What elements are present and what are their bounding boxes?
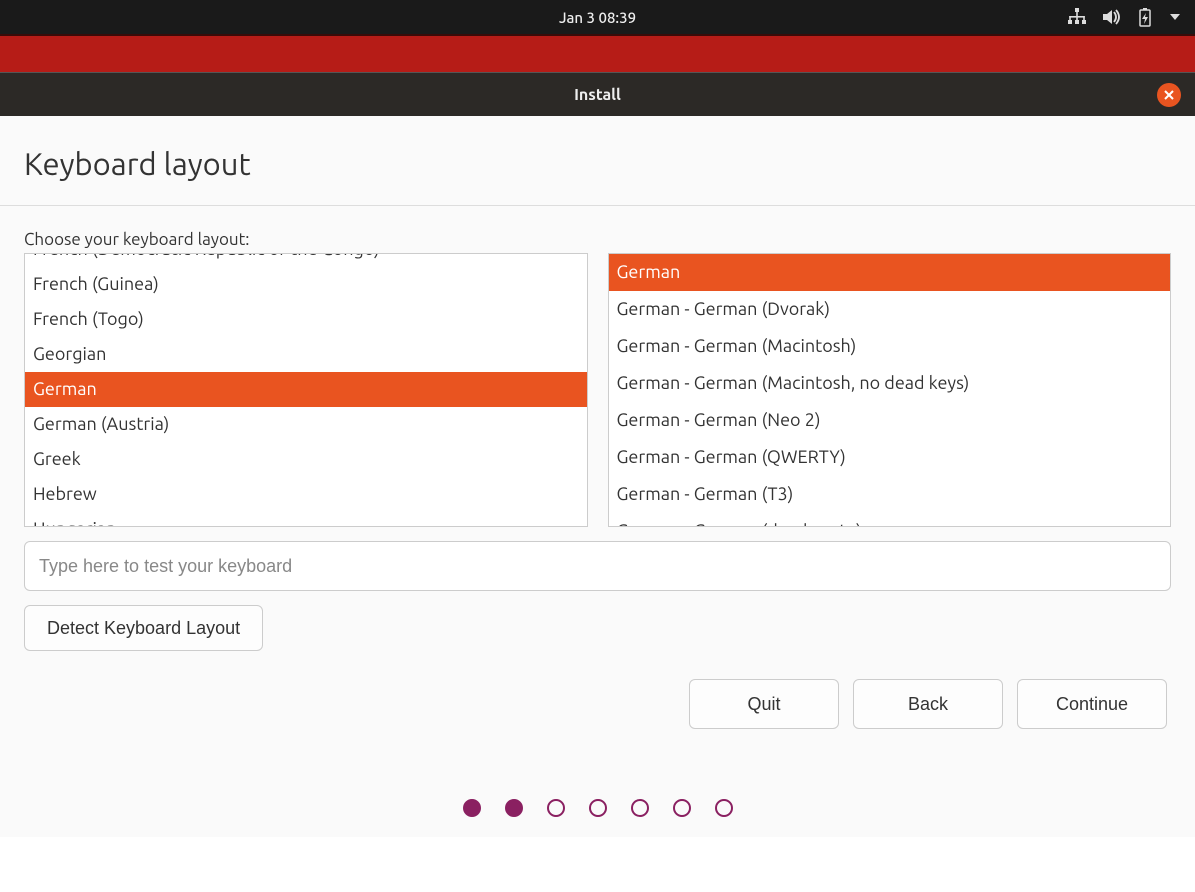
stepper-dot — [505, 799, 523, 817]
list-item[interactable]: German - German (Neo 2) — [609, 402, 1171, 439]
stepper-dot — [589, 799, 607, 817]
volume-icon[interactable] — [1103, 9, 1121, 25]
page-title: Keyboard layout — [24, 146, 1171, 181]
network-icon[interactable] — [1067, 8, 1087, 26]
wizard-nav: Quit Back Continue — [24, 679, 1171, 729]
list-item[interactable]: French (Togo) — [25, 302, 587, 337]
list-item[interactable]: German - German (Macintosh, no dead keys… — [609, 365, 1171, 402]
window-title: Install — [574, 86, 621, 104]
list-item[interactable]: German — [609, 254, 1171, 291]
stepper-dot — [547, 799, 565, 817]
list-item[interactable]: German - German (dead acute) — [609, 513, 1171, 527]
list-item[interactable]: Hebrew — [25, 477, 587, 512]
instruction-label: Choose your keyboard layout: — [24, 230, 1171, 249]
close-button[interactable] — [1157, 83, 1181, 107]
chevron-down-icon[interactable] — [1169, 11, 1181, 23]
quit-button[interactable]: Quit — [689, 679, 839, 729]
list-item[interactable]: German - German (QWERTY) — [609, 439, 1171, 476]
keyboard-test-input[interactable] — [24, 541, 1171, 591]
list-item[interactable]: German — [25, 372, 587, 407]
stepper-dot — [463, 799, 481, 817]
stepper-dot — [673, 799, 691, 817]
layout-language-list[interactable]: French (Democratic Republic of the Congo… — [24, 253, 588, 527]
page-header: Keyboard layout — [0, 116, 1195, 205]
layout-variant-list[interactable]: GermanGerman - German (Dvorak)German - G… — [608, 253, 1172, 527]
battery-icon[interactable] — [1137, 7, 1153, 27]
list-item[interactable]: German (Austria) — [25, 407, 587, 442]
list-item[interactable]: French (Guinea) — [25, 267, 587, 302]
stepper-dot — [715, 799, 733, 817]
top-menubar: Jan 3 08:39 — [0, 0, 1195, 34]
list-item[interactable]: German - German (Macintosh) — [609, 328, 1171, 365]
continue-button[interactable]: Continue — [1017, 679, 1167, 729]
installer-content: Keyboard layout Choose your keyboard lay… — [0, 116, 1195, 837]
stepper-dot — [631, 799, 649, 817]
window-titlebar: Install — [0, 72, 1195, 116]
progress-stepper — [24, 799, 1171, 837]
list-item[interactable]: Greek — [25, 442, 587, 477]
close-icon — [1163, 89, 1175, 101]
back-button[interactable]: Back — [853, 679, 1003, 729]
detect-layout-button[interactable]: Detect Keyboard Layout — [24, 605, 263, 651]
list-item[interactable]: German - German (T3) — [609, 476, 1171, 513]
list-item[interactable]: Hungarian — [25, 512, 587, 527]
list-item[interactable]: German - German (Dvorak) — [609, 291, 1171, 328]
system-tray — [1067, 0, 1181, 34]
accent-strip — [0, 34, 1195, 72]
clock-label: Jan 3 08:39 — [559, 9, 636, 26]
list-item[interactable]: French (Democratic Republic of the Congo… — [25, 253, 587, 267]
list-item[interactable]: Georgian — [25, 337, 587, 372]
